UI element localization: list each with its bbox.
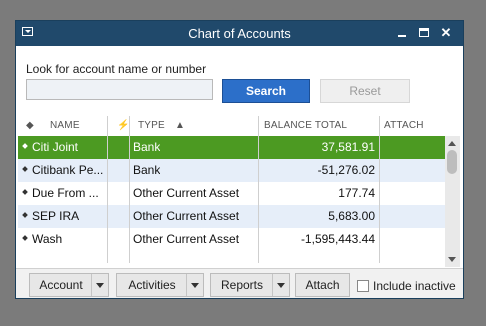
account-balance: 177.74 bbox=[338, 186, 375, 200]
title-bar[interactable]: Chart of Accounts ✕ bbox=[16, 21, 463, 46]
account-type: Bank bbox=[133, 163, 161, 177]
search-label: Look for account name or number bbox=[26, 62, 207, 76]
include-inactive-label[interactable]: Include inactive bbox=[373, 279, 456, 293]
include-inactive-checkbox[interactable] bbox=[357, 280, 369, 292]
table-row[interactable]: Citi Joint Bank 37,581.91 bbox=[18, 136, 445, 159]
table-header: ◆ NAME ⚡ TYPE ▲ BALANCE TOTAL ATTACH bbox=[18, 116, 445, 137]
table-row[interactable]: Due From ... Other Current Asset 177.74 bbox=[18, 182, 445, 205]
lightning-icon[interactable]: ⚡ bbox=[117, 120, 130, 131]
account-name: SEP IRA bbox=[32, 209, 80, 223]
reports-button-label: Reports bbox=[220, 278, 264, 292]
column-type[interactable]: TYPE bbox=[138, 120, 165, 131]
vertical-scrollbar[interactable] bbox=[445, 136, 460, 267]
account-type: Other Current Asset bbox=[133, 186, 240, 200]
row-diamond-icon bbox=[22, 166, 28, 172]
account-name: Citi Joint bbox=[32, 140, 79, 154]
table-row[interactable]: SEP IRA Other Current Asset 5,683.00 bbox=[18, 205, 445, 228]
close-icon[interactable]: ✕ bbox=[438, 25, 454, 41]
column-name[interactable]: NAME bbox=[50, 120, 80, 131]
row-diamond-icon bbox=[22, 143, 28, 149]
table-row[interactable]: Wash Other Current Asset -1,595,443.44 bbox=[18, 228, 445, 251]
column-attach[interactable]: ATTACH bbox=[384, 120, 424, 131]
sort-up-icon[interactable]: ▲ bbox=[175, 120, 185, 131]
scroll-down-icon[interactable] bbox=[448, 257, 456, 262]
account-name: Wash bbox=[32, 232, 63, 246]
column-divider bbox=[379, 116, 380, 263]
activities-menu-button[interactable]: Activities bbox=[116, 273, 204, 297]
account-balance: -1,595,443.44 bbox=[300, 232, 375, 246]
dropdown-arrow-icon[interactable] bbox=[91, 274, 108, 296]
account-balance: 37,581.91 bbox=[321, 140, 375, 154]
account-button-label: Account bbox=[39, 278, 83, 292]
chart-of-accounts-window: Chart of Accounts ✕ Look for account nam… bbox=[15, 20, 464, 299]
column-divider bbox=[258, 116, 259, 263]
column-balance[interactable]: BALANCE TOTAL bbox=[264, 120, 347, 131]
maximize-icon[interactable] bbox=[416, 25, 432, 41]
table-row[interactable]: Citibank Pe... Bank -51,276.02 bbox=[18, 159, 445, 182]
search-button[interactable]: Search bbox=[222, 79, 310, 103]
account-menu-button[interactable]: Account bbox=[29, 273, 109, 297]
account-type: Other Current Asset bbox=[133, 209, 240, 223]
account-name: Citibank Pe... bbox=[32, 163, 104, 177]
account-type: Other Current Asset bbox=[133, 232, 240, 246]
sort-diamond-icon[interactable]: ◆ bbox=[26, 120, 34, 131]
account-type: Bank bbox=[133, 140, 161, 154]
footer-toolbar: Account Activities Reports Attach Includ… bbox=[16, 268, 463, 298]
account-balance: -51,276.02 bbox=[317, 163, 375, 177]
scroll-up-icon[interactable] bbox=[448, 141, 456, 146]
dropdown-arrow-icon[interactable] bbox=[272, 274, 289, 296]
activities-button-label: Activities bbox=[128, 278, 176, 292]
column-divider bbox=[129, 116, 130, 263]
row-diamond-icon bbox=[22, 235, 28, 241]
dropdown-arrow-icon[interactable] bbox=[186, 274, 203, 296]
row-diamond-icon bbox=[22, 189, 28, 195]
column-divider bbox=[107, 116, 108, 263]
account-balance: 5,683.00 bbox=[328, 209, 375, 223]
row-diamond-icon bbox=[22, 212, 28, 218]
accounts-table: ◆ NAME ⚡ TYPE ▲ BALANCE TOTAL ATTACH Cit… bbox=[18, 116, 445, 268]
reports-menu-button[interactable]: Reports bbox=[210, 273, 290, 297]
account-name: Due From ... bbox=[32, 186, 99, 200]
minimize-icon[interactable] bbox=[394, 25, 410, 41]
scroll-thumb[interactable] bbox=[447, 150, 457, 174]
search-input[interactable] bbox=[26, 79, 213, 100]
attach-button[interactable]: Attach bbox=[295, 273, 350, 297]
reset-button[interactable]: Reset bbox=[320, 79, 410, 103]
